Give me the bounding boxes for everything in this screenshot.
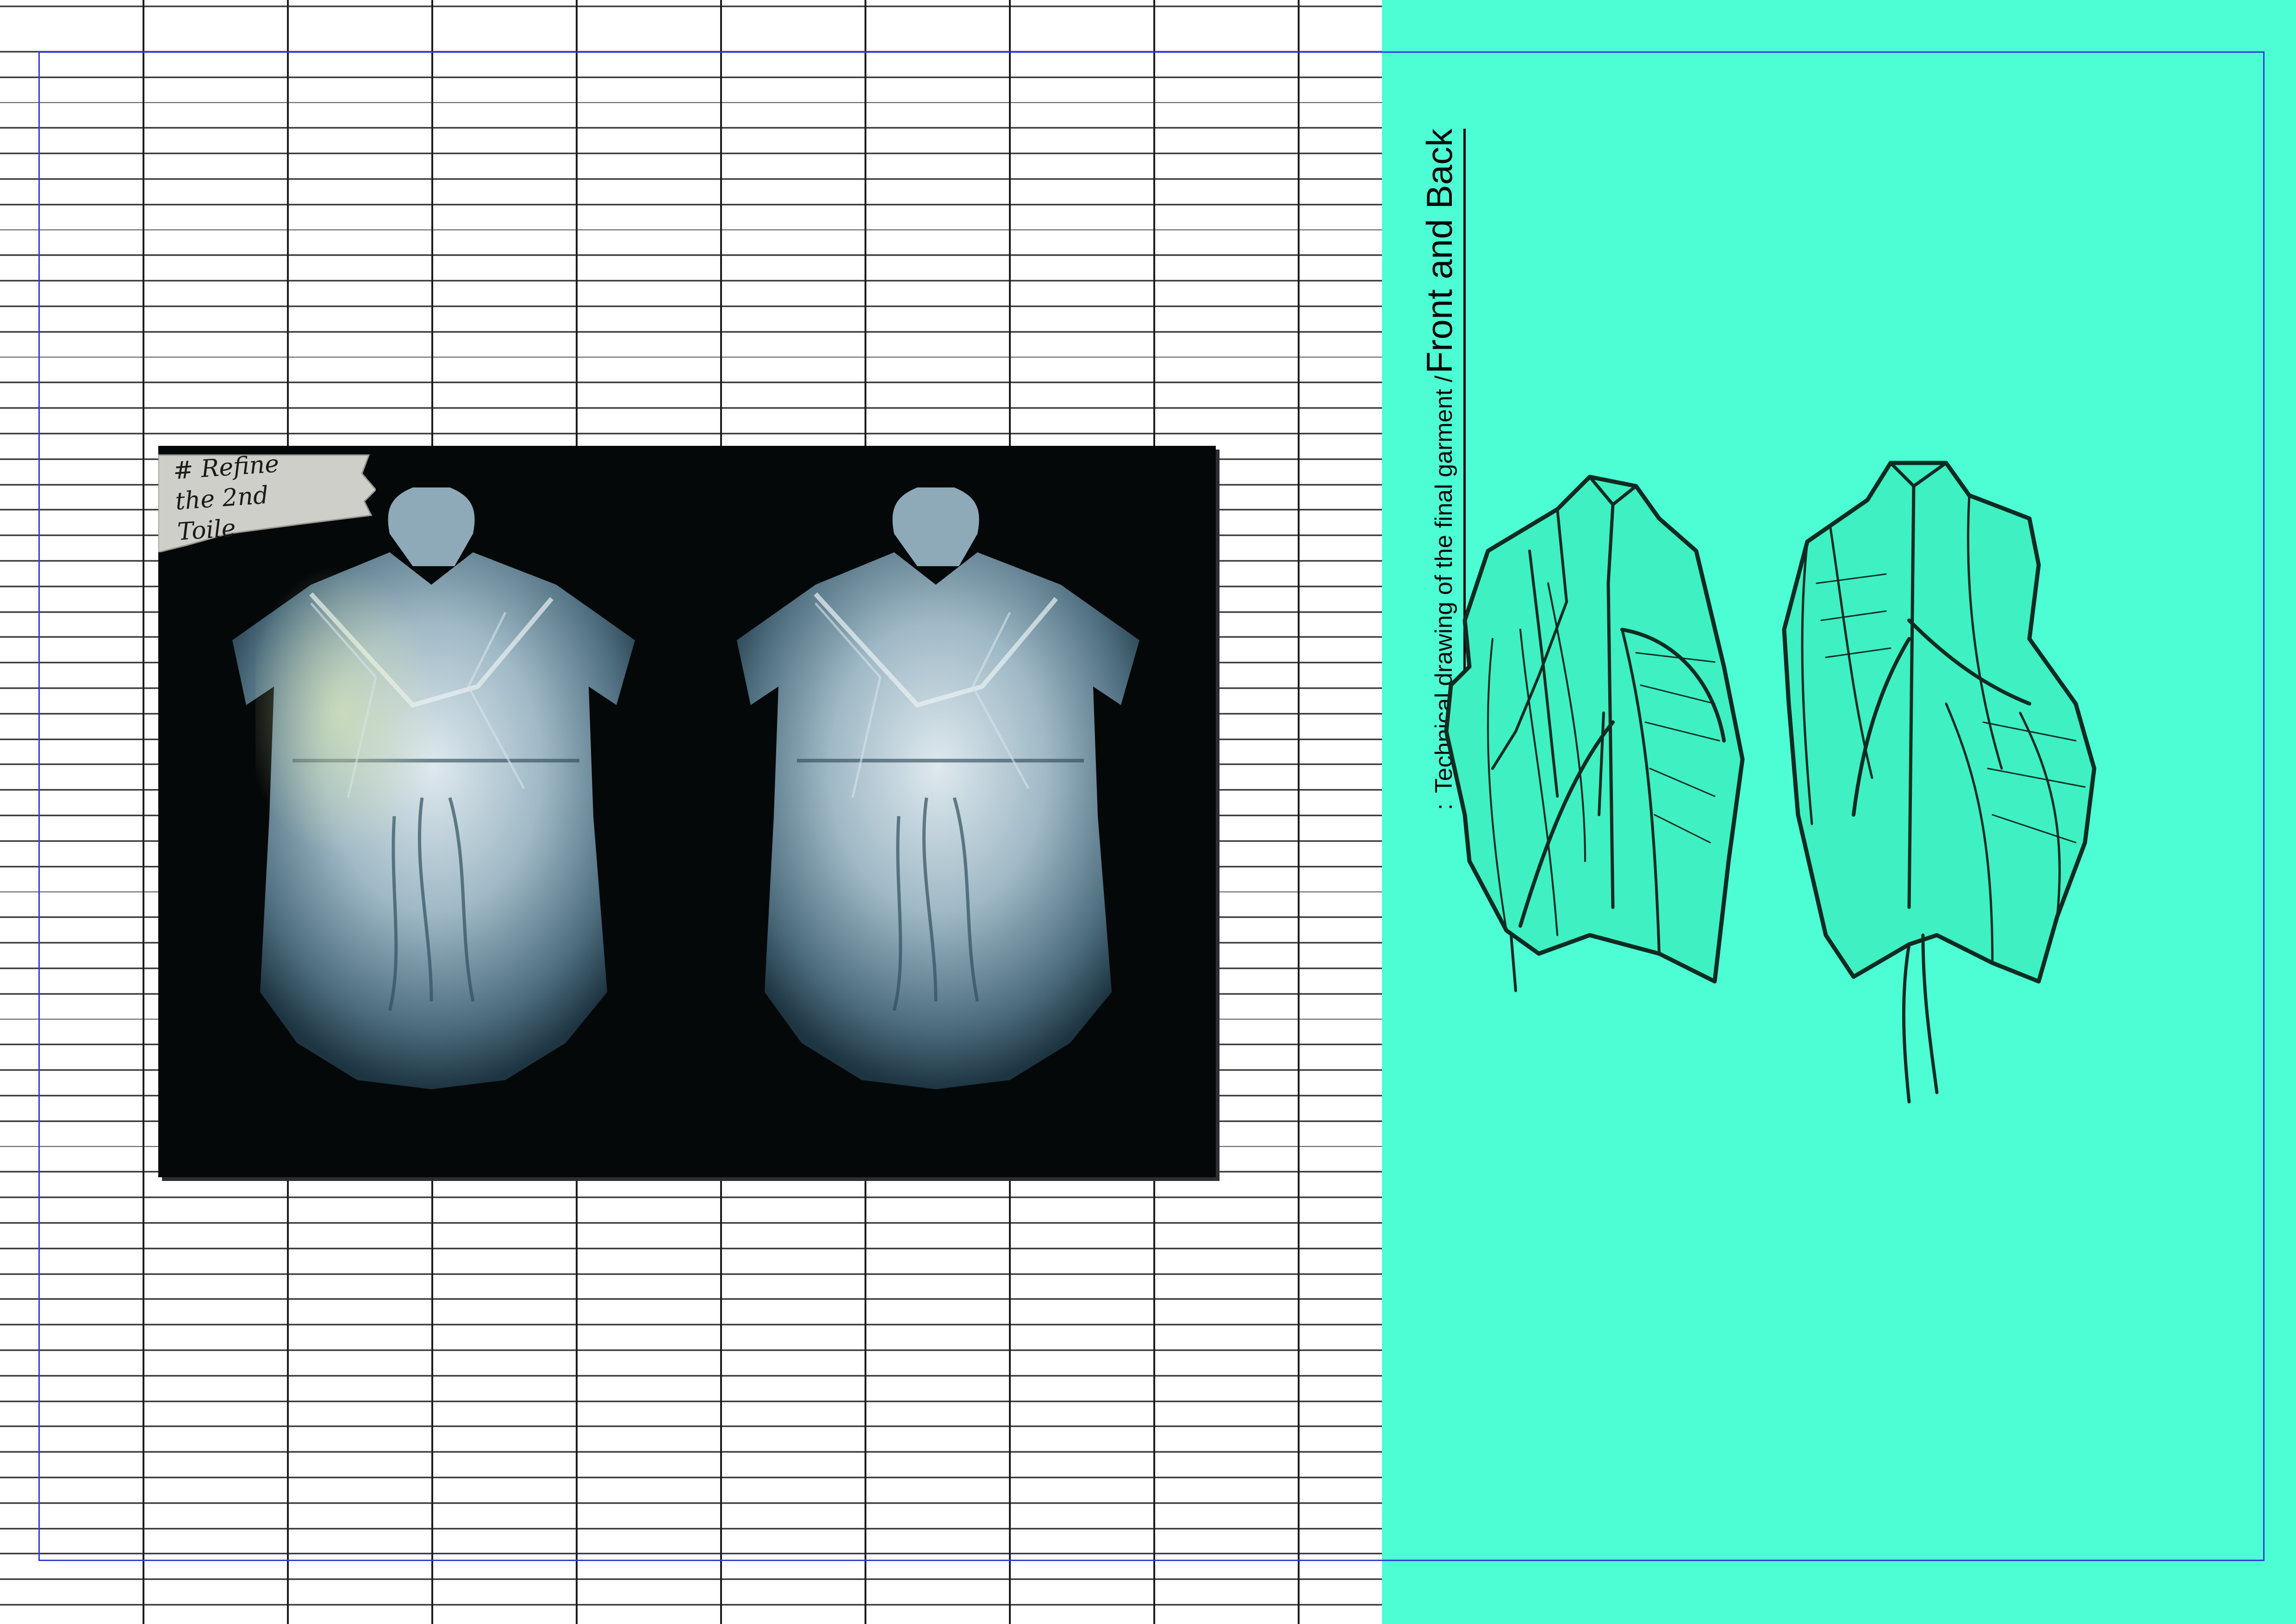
garment-back-drawing <box>1782 461 2097 1104</box>
caption-title: Front and Back <box>1419 128 1460 374</box>
toile-photo <box>158 446 1216 1177</box>
handwritten-note: # Refine the 2nd Toile <box>172 445 331 548</box>
technical-drawing <box>1437 444 2252 1231</box>
note-line-1: # Refine <box>172 450 280 485</box>
note-line-2: the 2nd Toile <box>174 481 270 546</box>
garment-front-drawing <box>1444 475 1745 992</box>
